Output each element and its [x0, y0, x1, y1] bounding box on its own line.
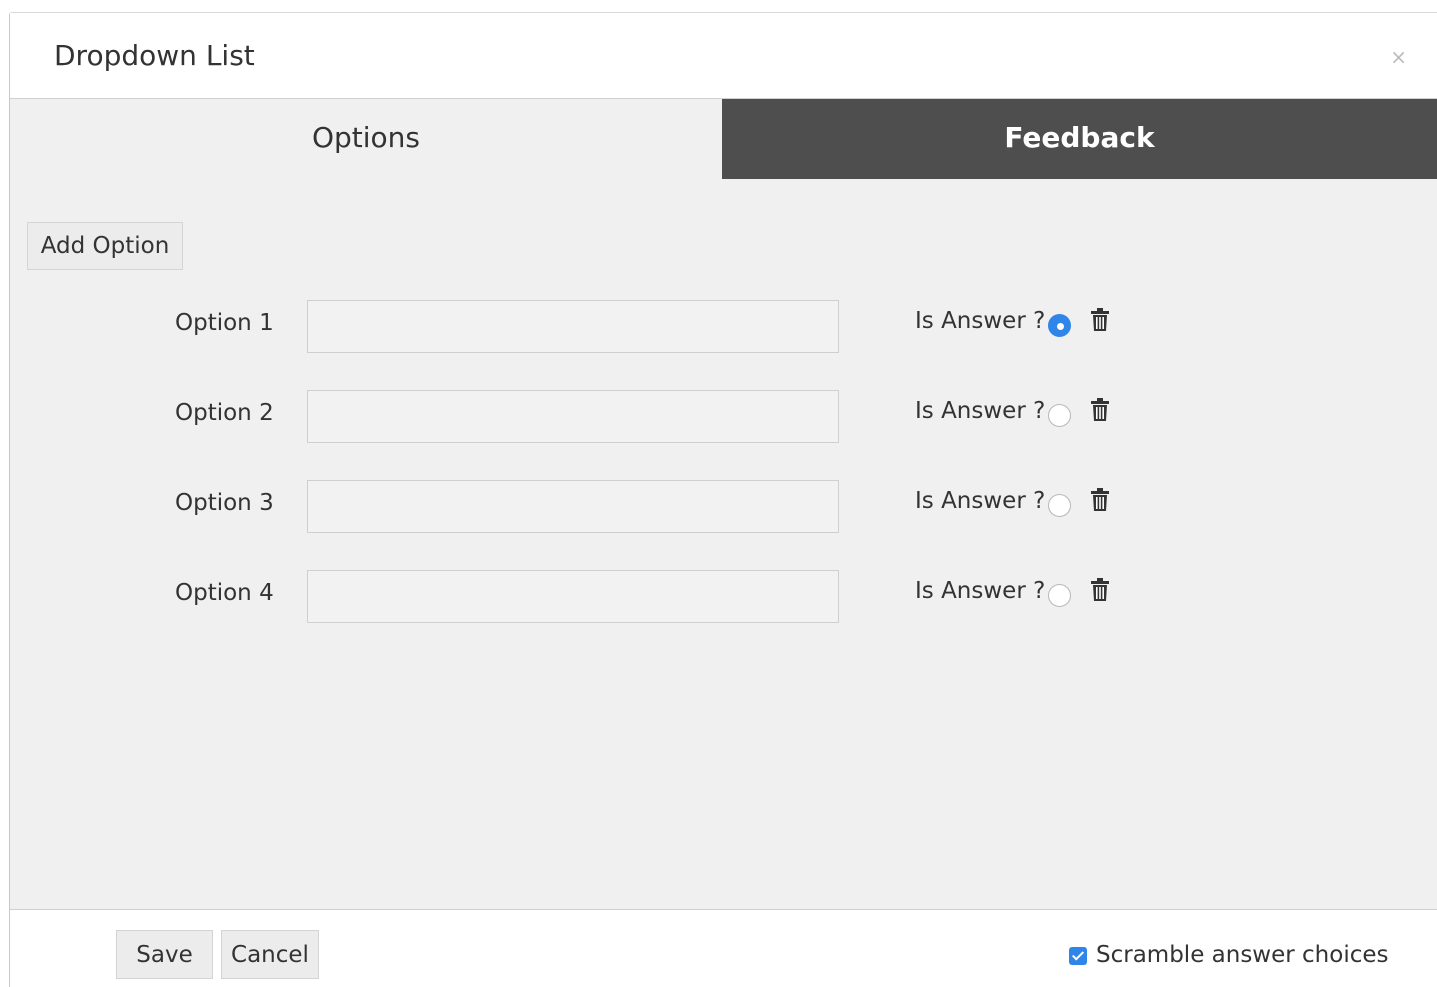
is-answer-radio-3[interactable]	[1048, 494, 1071, 517]
tab-options[interactable]: Options	[10, 99, 722, 179]
scramble-label[interactable]: Scramble answer choices	[1096, 942, 1389, 968]
is-answer-radio-2[interactable]	[1048, 404, 1071, 427]
is-answer-radio-1[interactable]	[1048, 314, 1071, 337]
option-row: Option 1 Is Answer ?	[10, 300, 1437, 354]
scramble-checkbox[interactable]	[1069, 947, 1087, 965]
option-row: Option 3 Is Answer ?	[10, 480, 1437, 534]
option-2-input[interactable]	[307, 390, 839, 443]
cancel-button[interactable]: Cancel	[221, 930, 319, 979]
option-1-input[interactable]	[307, 300, 839, 353]
dialog-header: Dropdown List ×	[10, 13, 1437, 99]
is-answer-label: Is Answer ?	[915, 308, 1046, 334]
option-label: Option 3	[175, 490, 274, 516]
option-label: Option 2	[175, 400, 274, 426]
option-label: Option 4	[175, 580, 274, 606]
dialog-footer: Save Cancel Scramble answer choices	[10, 909, 1437, 987]
option-4-input[interactable]	[307, 570, 839, 623]
trash-icon[interactable]	[1090, 488, 1110, 512]
tab-bar: Options Feedback	[10, 99, 1437, 179]
option-row: Option 2 Is Answer ?	[10, 390, 1437, 444]
save-button[interactable]: Save	[116, 930, 213, 979]
is-answer-label: Is Answer ?	[915, 398, 1046, 424]
close-icon[interactable]: ×	[1390, 47, 1407, 67]
tab-feedback[interactable]: Feedback	[722, 99, 1437, 179]
option-row: Option 4 Is Answer ?	[10, 570, 1437, 624]
trash-icon[interactable]	[1090, 308, 1110, 332]
is-answer-radio-4[interactable]	[1048, 584, 1071, 607]
trash-icon[interactable]	[1090, 398, 1110, 422]
dropdown-list-dialog: Dropdown List × Options Feedback Add Opt…	[9, 12, 1437, 987]
option-label: Option 1	[175, 310, 274, 336]
trash-icon[interactable]	[1090, 578, 1110, 602]
option-3-input[interactable]	[307, 480, 839, 533]
dialog-title: Dropdown List	[54, 39, 255, 72]
scramble-option: Scramble answer choices	[1069, 942, 1389, 968]
add-option-button[interactable]: Add Option	[27, 222, 183, 270]
is-answer-label: Is Answer ?	[915, 578, 1046, 604]
is-answer-label: Is Answer ?	[915, 488, 1046, 514]
dialog-body: Options Feedback Add Option Option 1 Is …	[10, 99, 1437, 909]
